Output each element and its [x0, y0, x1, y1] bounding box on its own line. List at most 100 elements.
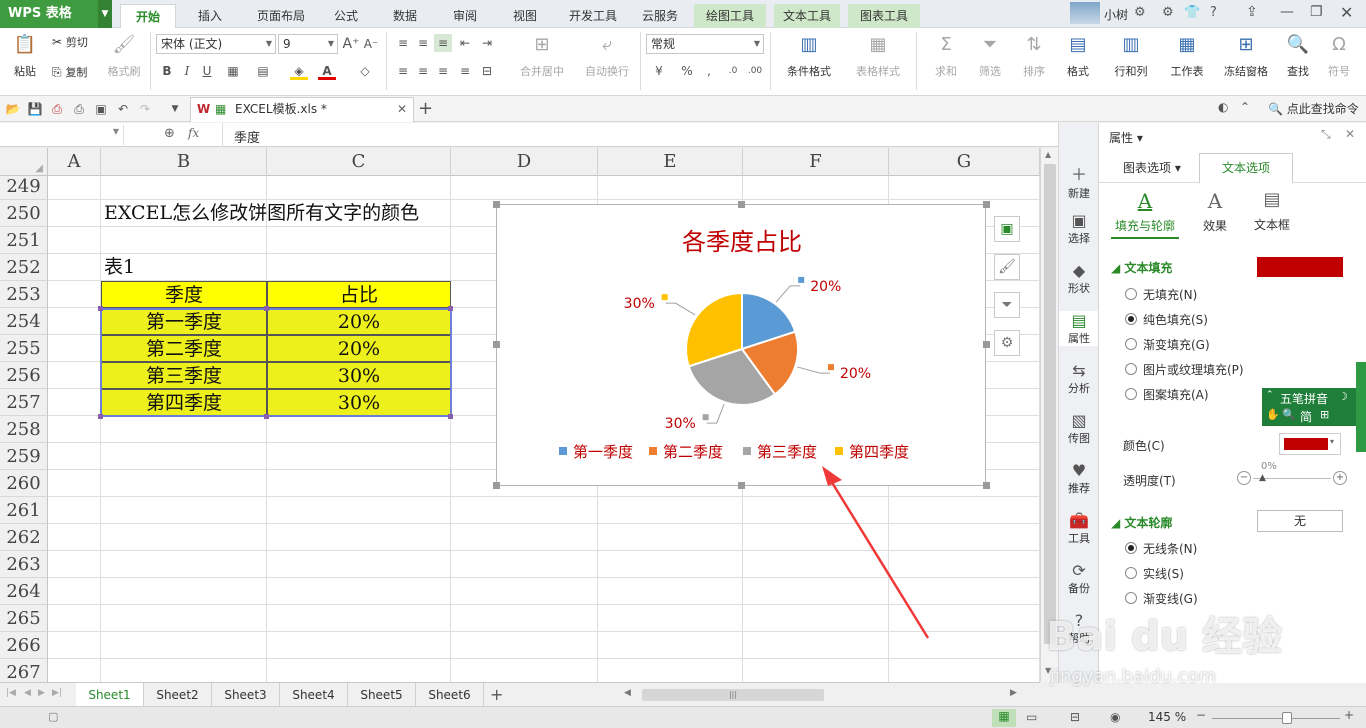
- indent-increase-icon[interactable]: ⇥: [478, 34, 496, 52]
- data-label[interactable]: 20%: [810, 279, 841, 295]
- row-header[interactable]: 256: [0, 362, 48, 389]
- zoom-level[interactable]: 145 %: [1148, 710, 1186, 724]
- row-header[interactable]: 253: [0, 281, 48, 308]
- chevron-up-icon[interactable]: ⌃: [1240, 100, 1250, 114]
- fill-option-label[interactable]: 图片或纹理填充(P): [1143, 361, 1244, 378]
- rail-item-upload-image[interactable]: ▧ 传图: [1059, 411, 1099, 446]
- column-header-a[interactable]: A: [48, 148, 101, 176]
- row-header[interactable]: 267: [0, 659, 48, 682]
- help-icon[interactable]: ?: [1210, 5, 1217, 20]
- skin-icon[interactable]: ⚙: [1134, 5, 1146, 20]
- radio-fill-3[interactable]: [1125, 338, 1137, 350]
- radio-fill-4[interactable]: [1125, 363, 1137, 375]
- table-style-button[interactable]: ▦ 表格样式: [846, 34, 910, 79]
- rail-item-shape[interactable]: ◆ 形状: [1059, 261, 1099, 296]
- reading-mode-icon[interactable]: ◉: [1110, 710, 1120, 724]
- fill-option-label[interactable]: 无填充(N): [1143, 286, 1197, 303]
- rail-item-properties[interactable]: ▤ 属性: [1059, 311, 1099, 346]
- conditional-format-button[interactable]: ▥ 条件格式: [776, 34, 842, 79]
- selection-handle[interactable]: [98, 306, 103, 311]
- sum-button[interactable]: Σ 求和: [928, 34, 964, 79]
- radio-outline-2[interactable]: [1125, 567, 1137, 579]
- row-header[interactable]: 265: [0, 605, 48, 632]
- redo-icon[interactable]: ↷: [136, 100, 154, 118]
- cell-ratio[interactable]: 30%: [267, 389, 451, 416]
- tab-8[interactable]: 开发工具: [560, 4, 626, 28]
- cut-button[interactable]: ✂ 剪切: [52, 34, 88, 50]
- row-header[interactable]: 260: [0, 470, 48, 497]
- selection-handle[interactable]: [264, 414, 269, 419]
- chart-elements-icon[interactable]: ▣: [994, 216, 1020, 242]
- tab-chart-options[interactable]: 图表选项 ▾: [1123, 159, 1181, 176]
- zoom-out-icon[interactable]: −: [1196, 708, 1206, 722]
- slider-thumb[interactable]: ▲: [1259, 473, 1266, 483]
- rows-cols-button[interactable]: ▥ 行和列: [1106, 34, 1156, 79]
- selection-handle[interactable]: [448, 414, 453, 419]
- close-icon[interactable]: ✕: [1340, 3, 1353, 22]
- app-menu-button[interactable]: WPS 表格 ▼: [0, 0, 112, 28]
- formula-input[interactable]: 季度: [234, 127, 260, 146]
- close-tab-icon[interactable]: ✕: [397, 98, 407, 121]
- avatar[interactable]: [1070, 2, 1100, 24]
- moon-icon[interactable]: ☽: [1338, 390, 1348, 403]
- row-header[interactable]: 266: [0, 632, 48, 659]
- shirt-icon[interactable]: 👕: [1184, 5, 1200, 20]
- user-name[interactable]: 小树: [1104, 6, 1128, 23]
- clear-format-icon[interactable]: ◇: [356, 62, 374, 80]
- italic-icon[interactable]: I: [178, 62, 196, 80]
- rail-item-tools[interactable]: 🧰 工具: [1059, 511, 1099, 546]
- find-button[interactable]: 🔍 查找: [1278, 34, 1318, 79]
- scroll-up-icon[interactable]: ▲: [1045, 150, 1051, 159]
- column-header-f[interactable]: F: [743, 148, 889, 176]
- decrease-font-icon[interactable]: A⁻: [362, 35, 380, 53]
- legend-entry[interactable]: 第二季度: [663, 443, 723, 461]
- tab-4[interactable]: 公式: [322, 4, 370, 28]
- font-name-select[interactable]: 宋体 (正文) ▼: [156, 34, 276, 54]
- increase-font-icon[interactable]: A⁺: [342, 35, 360, 53]
- data-label[interactable]: 30%: [624, 296, 655, 312]
- outline-value[interactable]: 无: [1257, 510, 1343, 532]
- fill-color-swatch[interactable]: [1257, 257, 1343, 277]
- open-icon[interactable]: 📂: [4, 100, 22, 118]
- bold-icon[interactable]: B: [158, 62, 176, 80]
- zoom-in-icon[interactable]: +: [1344, 708, 1354, 722]
- align-middle-icon[interactable]: ≡: [414, 34, 432, 52]
- distributed-icon[interactable]: ⊟: [478, 62, 496, 80]
- hscroll-thumb[interactable]: |||: [642, 689, 824, 701]
- number-format-select[interactable]: 常规 ▼: [646, 34, 764, 54]
- header-ratio[interactable]: 占比: [267, 281, 451, 308]
- row-header[interactable]: 262: [0, 524, 48, 551]
- expand-icon[interactable]: ⌃: [1266, 390, 1274, 400]
- rail-item-select[interactable]: ▣ 选择: [1059, 211, 1099, 246]
- column-header-d[interactable]: D: [451, 148, 598, 176]
- column-header-b[interactable]: B: [101, 148, 267, 176]
- selection-handle[interactable]: [264, 306, 269, 311]
- symbol-button[interactable]: Ω 符号: [1322, 34, 1356, 79]
- row-header[interactable]: 249: [0, 176, 48, 200]
- ime-toolbar[interactable]: ⌃ 五笔拼音 ☽ ✋ 🔍 简 ⊞: [1262, 388, 1366, 426]
- wrap-text-button[interactable]: ⤶ 自动换行: [578, 34, 636, 79]
- increase-decimal-icon[interactable]: .0: [724, 62, 742, 80]
- pdf-icon[interactable]: ⎙: [48, 100, 66, 118]
- document-tab[interactable]: W ▦ EXCEL模板.xls * ✕: [190, 97, 414, 122]
- percent-icon[interactable]: %: [678, 62, 696, 80]
- worksheet-button[interactable]: ▦ 工作表: [1162, 34, 1212, 79]
- minus-icon[interactable]: −: [1237, 471, 1251, 485]
- tab-6[interactable]: 审阅: [440, 4, 490, 28]
- plus-icon[interactable]: +: [1333, 471, 1347, 485]
- ime-mode[interactable]: 简: [1300, 408, 1312, 425]
- radio-fill-2[interactable]: [1125, 313, 1137, 325]
- sort-button[interactable]: ⇅ 排序: [1016, 34, 1052, 79]
- border-icon[interactable]: ▦: [224, 62, 242, 80]
- format-painter-button[interactable]: 🖌 格式刷: [102, 34, 146, 79]
- new-tab-icon[interactable]: +: [418, 98, 433, 119]
- tab-2[interactable]: 插入: [186, 4, 234, 28]
- last-sheet-icon[interactable]: ▶|: [52, 688, 62, 698]
- chart-style-icon[interactable]: 🖌: [994, 254, 1020, 280]
- row-header[interactable]: 254: [0, 308, 48, 335]
- scroll-thumb[interactable]: [1044, 164, 1056, 644]
- fill-option-label[interactable]: 图案填充(A): [1143, 386, 1209, 403]
- collapse-icon[interactable]: ⤡: [1321, 127, 1331, 142]
- cell-quarter[interactable]: 第四季度: [101, 389, 267, 416]
- cell-quarter[interactable]: 第三季度: [101, 362, 267, 389]
